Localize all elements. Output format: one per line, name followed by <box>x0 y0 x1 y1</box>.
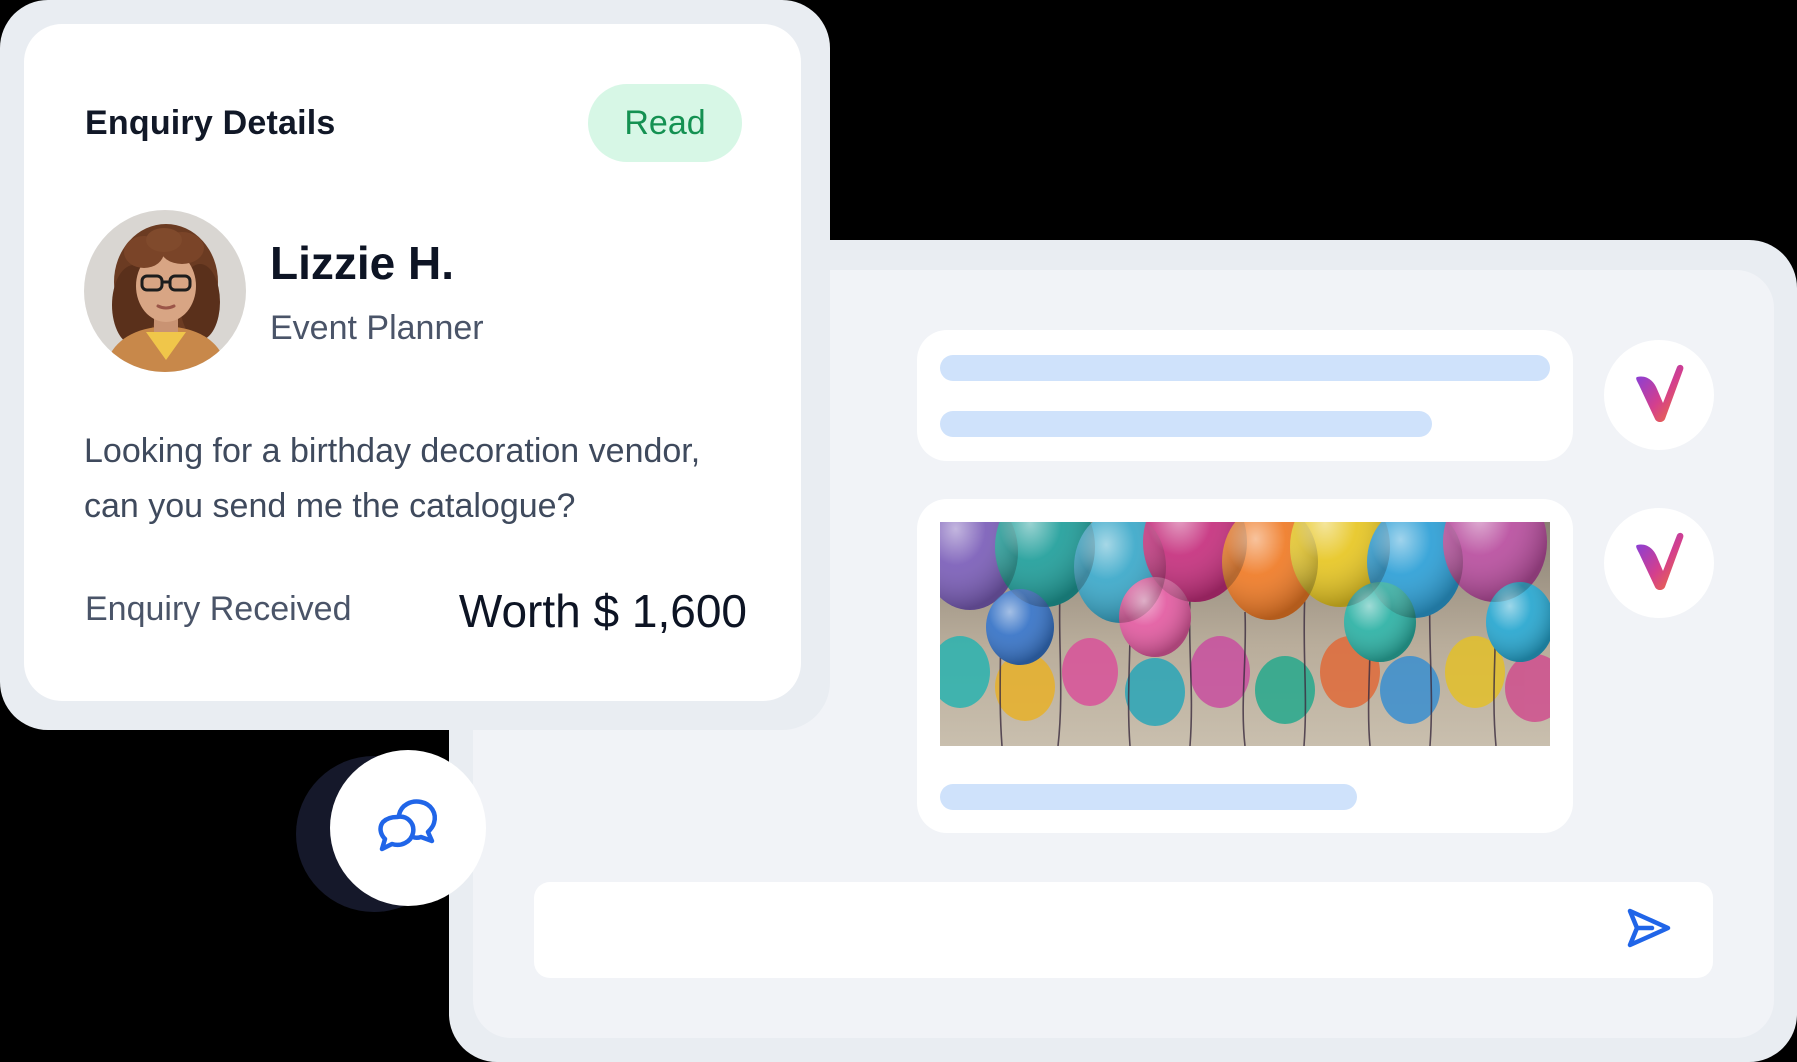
avatar <box>84 210 246 372</box>
message-placeholder-line <box>940 784 1357 810</box>
image-message-bubble <box>917 499 1573 833</box>
card-title: Enquiry Details <box>85 104 336 142</box>
chat-bubbles-icon <box>377 797 439 860</box>
brand-logo-icon <box>1633 363 1685 428</box>
enquiry-card: Enquiry Details Read Lizzie H. Event Pla… <box>24 24 801 701</box>
send-icon <box>1626 907 1672 954</box>
brand-avatar <box>1604 508 1714 618</box>
enquiry-received-label: Enquiry Received <box>85 590 352 628</box>
message-placeholder-line <box>940 411 1432 437</box>
send-button[interactable] <box>1625 908 1673 952</box>
message-composer[interactable] <box>534 882 1713 978</box>
contact-name: Lizzie H. <box>270 237 455 289</box>
status-badge: Read <box>588 84 742 162</box>
enquiry-worth: Worth $ 1,600 <box>458 585 747 637</box>
balloons-image <box>940 522 1550 746</box>
brand-avatar <box>1604 340 1714 450</box>
message-placeholder-line <box>940 355 1550 381</box>
chat-button[interactable] <box>330 750 486 906</box>
contact-role: Event Planner <box>270 309 484 347</box>
enquiry-message: Looking for a birthday decoration vendor… <box>84 432 701 525</box>
message-bubble <box>917 330 1573 461</box>
brand-logo-icon <box>1633 531 1685 596</box>
